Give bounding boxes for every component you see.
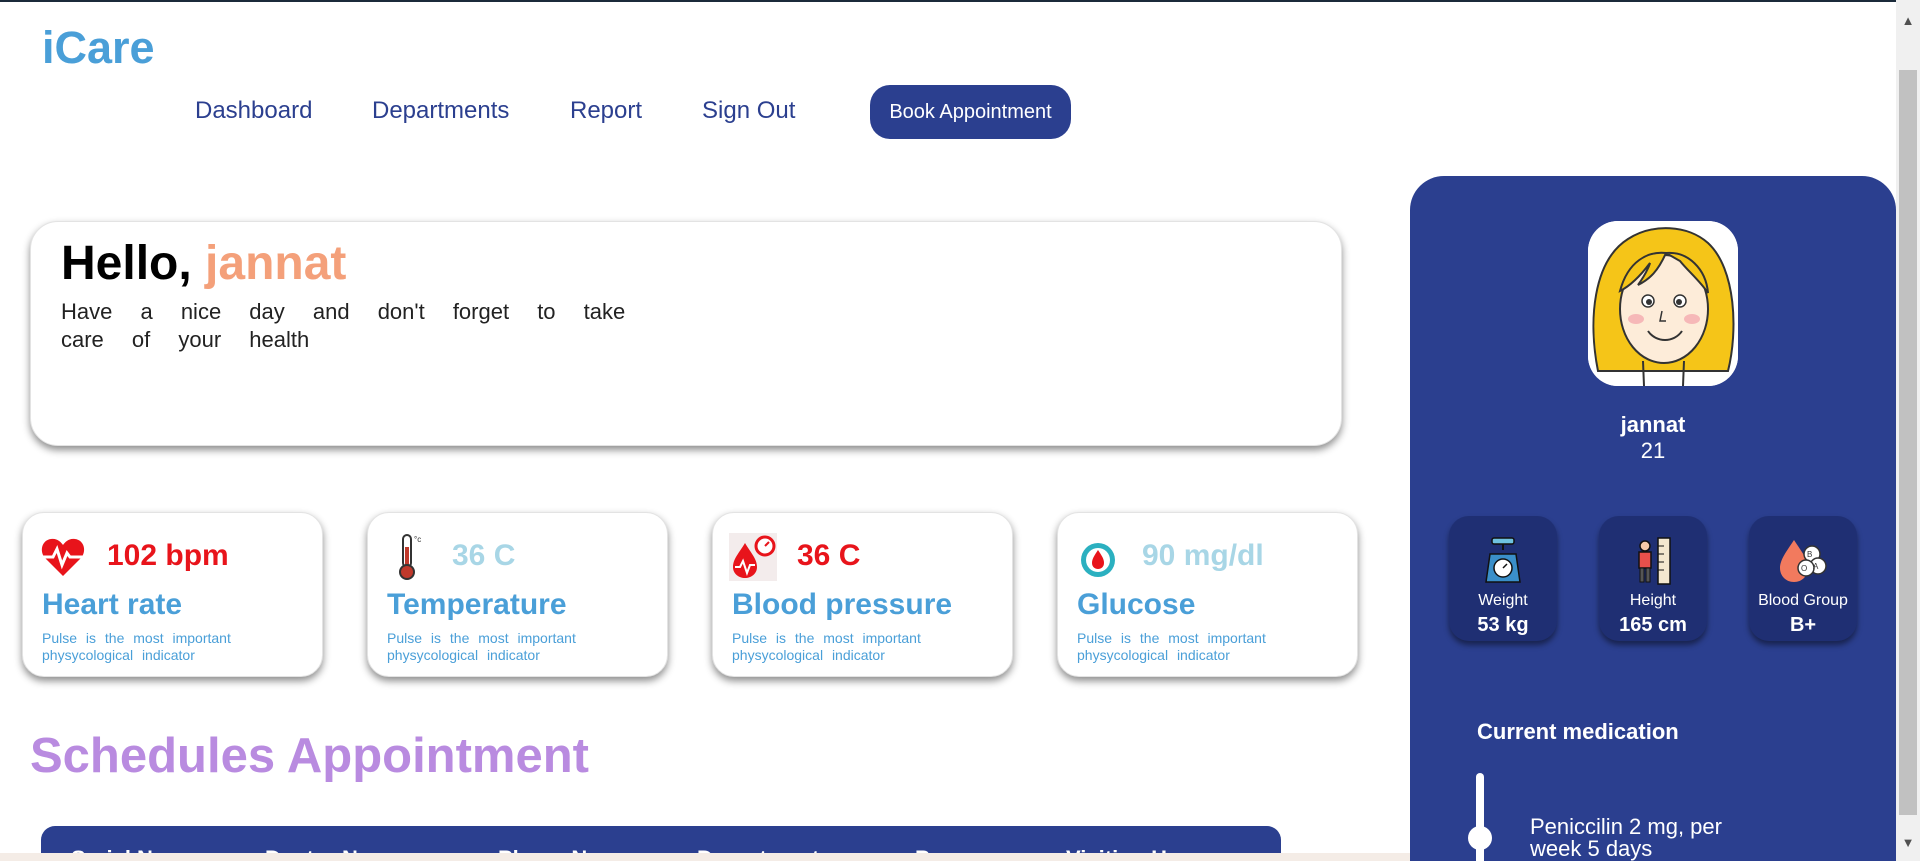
greeting-card: Hello, jannat Have a nice day and don't … xyxy=(30,221,1342,446)
height-value: 165 cm xyxy=(1619,614,1687,636)
thermometer-icon: °c xyxy=(384,533,432,581)
weight-label: Weight xyxy=(1478,592,1528,609)
blood-pressure-title: Blood pressure xyxy=(732,588,953,621)
heart-rate-desc: Pulse is the most important physycologic… xyxy=(42,630,231,663)
svg-text:B: B xyxy=(1807,550,1812,559)
heart-rate-card[interactable]: 102 bpm Heart rate Pulse is the most imp… xyxy=(22,512,323,677)
profile-name: jannat xyxy=(1620,412,1686,437)
svg-text:°c: °c xyxy=(414,535,421,544)
height-card[interactable]: Height 165 cm xyxy=(1599,516,1707,641)
blood-pressure-card[interactable]: 36 C Blood pressure Pulse is the most im… xyxy=(712,512,1013,677)
profile-age: 21 xyxy=(1640,438,1666,463)
nav-dashboard[interactable]: Dashboard xyxy=(195,97,312,125)
blood-pressure-value: 36 C xyxy=(797,539,861,572)
height-icon xyxy=(1628,536,1678,586)
blood-group-card[interactable]: B A O Blood Group B+ xyxy=(1749,516,1857,641)
temperature-card[interactable]: °c 36 C Temperature Pulse is the most im… xyxy=(367,512,668,677)
glucose-value: 90 mg/dl xyxy=(1142,539,1264,572)
weight-value: 53 kg xyxy=(1477,614,1529,636)
svg-text:O: O xyxy=(1801,564,1807,573)
scroll-thumb[interactable] xyxy=(1899,70,1917,815)
scroll-down-arrow-icon[interactable]: ▼ xyxy=(1896,822,1920,861)
avatar[interactable] xyxy=(1588,221,1738,386)
book-appointment-button[interactable]: Book Appointment xyxy=(870,85,1071,139)
vertical-scrollbar[interactable]: ▲ ▼ xyxy=(1896,0,1920,861)
medication-item: Peniccilin 2 mg, per week 5 days xyxy=(1530,814,1722,861)
greeting-message: Have a nice day and don't forget to take… xyxy=(61,299,626,352)
current-medication-title: Current medication xyxy=(1477,719,1679,744)
blood-pressure-icon xyxy=(729,533,777,581)
scroll-up-arrow-icon[interactable]: ▲ xyxy=(1896,0,1920,40)
height-label: Height xyxy=(1629,592,1677,609)
medication-timeline-dot xyxy=(1468,826,1492,850)
nav-departments[interactable]: Departments xyxy=(372,97,509,125)
top-border xyxy=(0,0,1920,2)
greeting-title: Hello, jannat xyxy=(61,236,346,291)
heart-rate-title: Heart rate xyxy=(42,588,183,621)
svg-text:A: A xyxy=(1813,562,1819,571)
temperature-value: 36 C xyxy=(452,539,516,572)
heart-rate-value: 102 bpm xyxy=(107,539,229,572)
blood-pressure-desc: Pulse is the most important physycologic… xyxy=(732,630,921,663)
blood-group-icon: B A O xyxy=(1778,536,1828,586)
glucose-desc: Pulse is the most important physycologic… xyxy=(1077,630,1266,663)
greeting-user-name: jannat xyxy=(205,237,347,290)
schedules-title: Schedules Appointment xyxy=(30,729,590,783)
glucose-card[interactable]: 90 mg/dl Glucose Pulse is the most impor… xyxy=(1057,512,1358,677)
blood-group-value: B+ xyxy=(1789,614,1817,636)
temperature-desc: Pulse is the most important physycologic… xyxy=(387,630,576,663)
profile-panel: jannat 21 Weight 53 kg Height 165 cm B A… xyxy=(1410,176,1896,861)
nav-sign-out[interactable]: Sign Out xyxy=(702,97,795,125)
glucose-icon xyxy=(1074,533,1122,581)
weight-scale-icon xyxy=(1478,536,1528,586)
greeting-hello: Hello, xyxy=(61,237,206,290)
heart-rate-icon xyxy=(39,533,87,581)
blood-group-label: Blood Group xyxy=(1758,592,1848,609)
temperature-title: Temperature xyxy=(387,588,567,621)
nav-report[interactable]: Report xyxy=(570,97,642,125)
glucose-title: Glucose xyxy=(1077,588,1196,621)
weight-card[interactable]: Weight 53 kg xyxy=(1449,516,1557,641)
app-logo[interactable]: iCare xyxy=(42,22,155,74)
